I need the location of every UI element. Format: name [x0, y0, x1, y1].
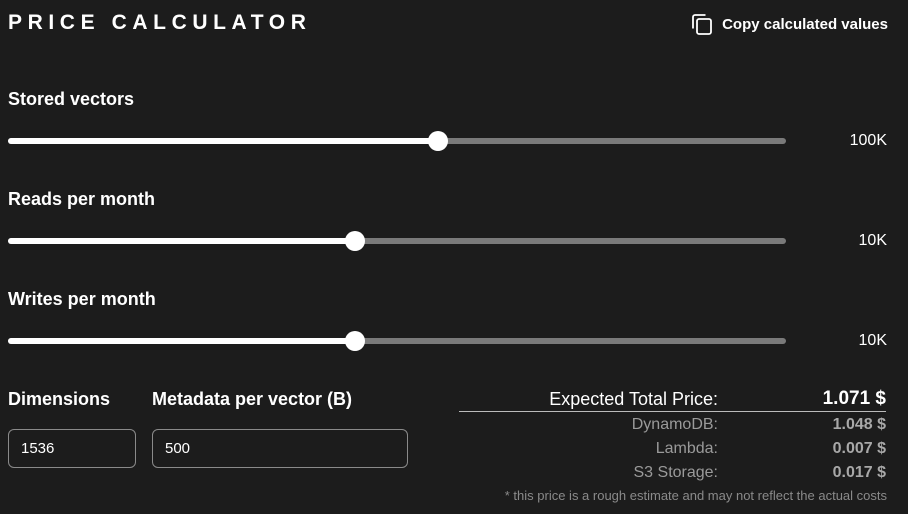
lambda-price-row: Lambda: 0.007 $ [459, 439, 886, 461]
slider-fill [8, 338, 355, 344]
slider-fill [8, 238, 355, 244]
slider-fill [8, 138, 439, 144]
dimensions-input[interactable] [8, 429, 136, 468]
total-price-value: 1.071 $ [822, 388, 886, 409]
reads-per-month-label: Reads per month [8, 189, 156, 209]
stored-vectors-label: Stored vectors [8, 89, 135, 109]
s3-storage-price-row: S3 Storage: 0.017 $ [459, 463, 887, 485]
dynamodb-price-row: DynamoDB: 1.048 $ [459, 415, 886, 437]
price-divider [459, 411, 886, 412]
dynamodb-label: DynamoDB: [631, 416, 718, 433]
writes-per-month-label: Writes per month [8, 289, 156, 309]
slider-thumb[interactable] [344, 231, 365, 251]
reads-per-month-value: 10K [858, 232, 887, 249]
metadata-label: Metadata per vector (B) [152, 389, 353, 409]
s3-storage-label: S3 Storage: [633, 464, 719, 481]
stored-vectors-value: 100K [849, 132, 887, 149]
lambda-value: 0.007 $ [832, 440, 886, 457]
dimensions-label: Dimensions [8, 389, 111, 409]
copy-values-button[interactable]: Copy calculated values [690, 11, 888, 37]
page-title: PRICE CALCULATOR [8, 11, 312, 34]
price-disclaimer: * this price is a rough estimate and may… [504, 488, 887, 503]
slider-thumb[interactable] [344, 331, 365, 351]
writes-per-month-slider[interactable] [8, 329, 786, 353]
reads-per-month-slider[interactable] [8, 229, 786, 253]
lambda-label: Lambda: [655, 440, 718, 457]
copy-values-label: Copy calculated values [722, 15, 888, 33]
writes-per-month-value: 10K [858, 332, 887, 349]
total-price-row: Expected Total Price: 1.071 $ [459, 388, 886, 410]
stored-vectors-slider[interactable] [8, 129, 786, 153]
dynamodb-value: 1.048 $ [832, 416, 886, 433]
s3-storage-value: 0.017 $ [832, 464, 886, 481]
metadata-input[interactable] [152, 429, 408, 468]
copy-icon [690, 13, 713, 36]
total-price-label: Expected Total Price: [549, 389, 718, 409]
slider-thumb[interactable] [428, 131, 449, 151]
